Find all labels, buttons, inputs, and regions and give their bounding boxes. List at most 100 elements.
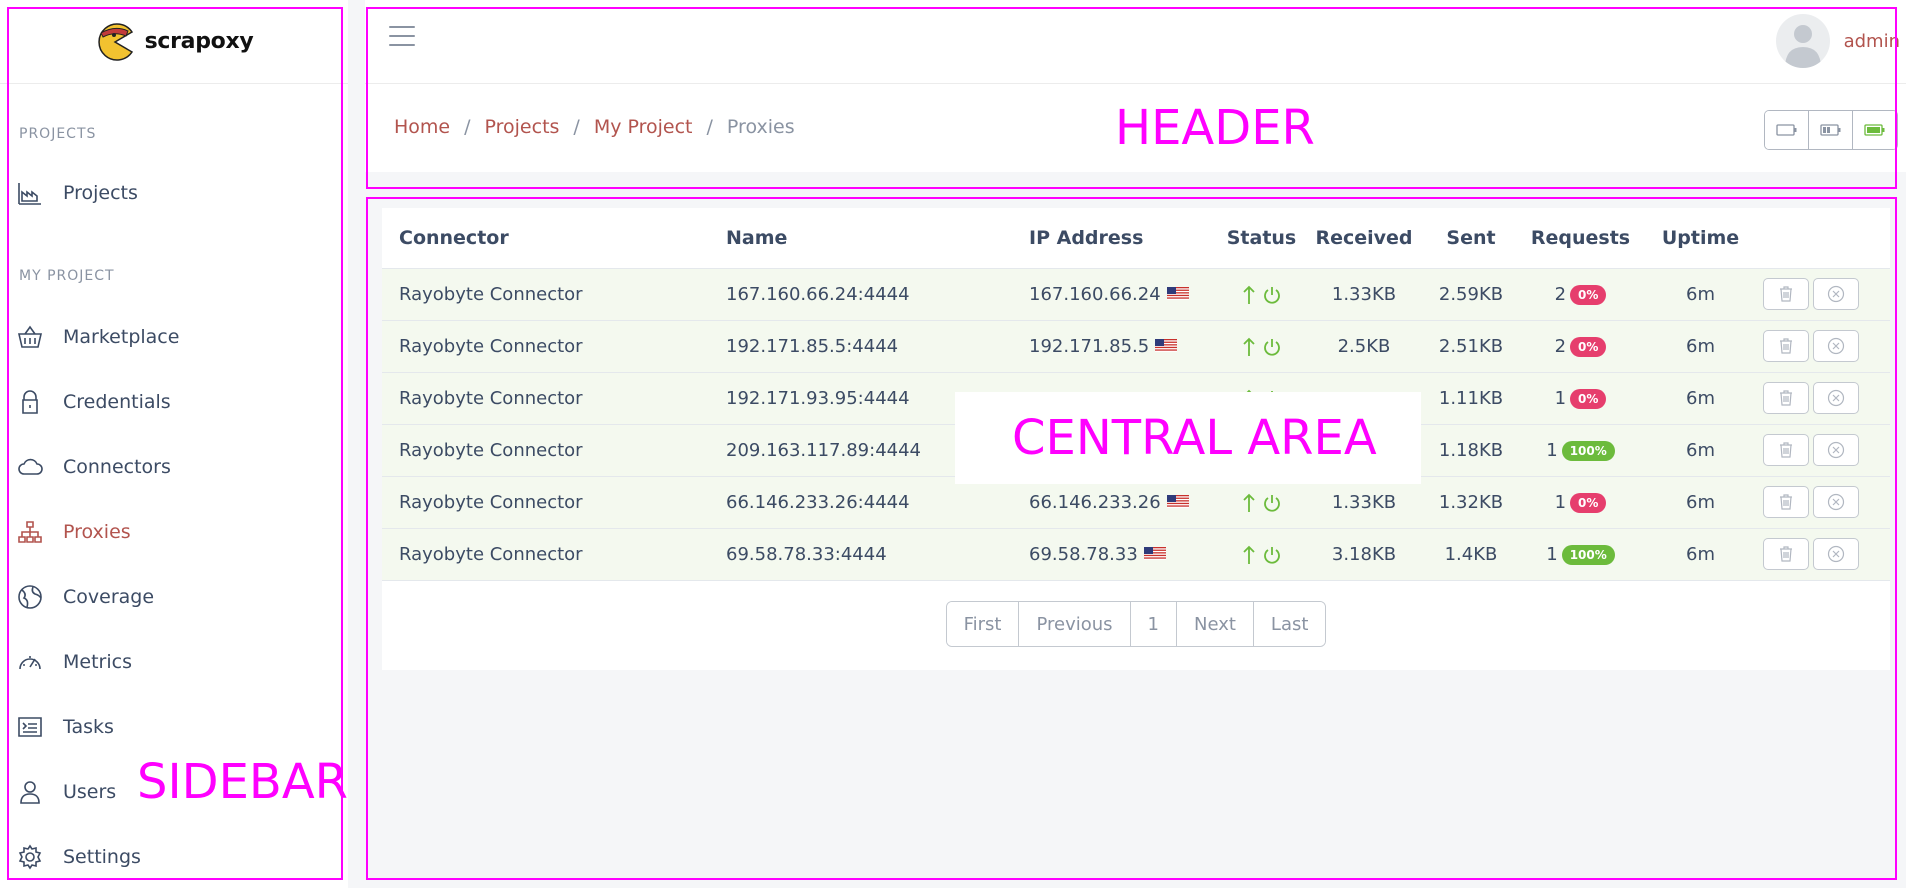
menu-toggle-icon[interactable]: [389, 24, 415, 48]
page-previous-button[interactable]: Previous: [1019, 602, 1131, 646]
us-flag-icon: [1143, 547, 1166, 560]
page-last-button[interactable]: Last: [1253, 602, 1326, 646]
ip-text: 69.58.78.33: [1029, 543, 1138, 565]
nav-title-my-project: MY PROJECT: [19, 268, 115, 284]
cell-name: 167.160.66.24:4444: [726, 283, 910, 305]
delete-button[interactable]: [1763, 330, 1809, 362]
breadcrumb-projects[interactable]: Projects: [485, 116, 560, 138]
cell-received: 2.5KB: [1337, 335, 1391, 357]
breadcrumb: Home / Projects / My Project / Proxies: [394, 116, 795, 138]
cell-connector: Rayobyte Connector: [399, 439, 583, 461]
header-annotation-label: HEADER: [1115, 100, 1315, 156]
column-header-received: Received: [1315, 226, 1413, 249]
cell-requests: 1 100%: [1523, 424, 1638, 476]
sidebar-item-connectors[interactable]: Connectors: [0, 439, 340, 495]
cell-uptime: 6m: [1686, 439, 1715, 461]
sidebar-item-label: Users: [63, 781, 117, 803]
topbar: admin: [365, 0, 1906, 84]
ip-text: 66.146.233.26: [1029, 491, 1161, 513]
trash-icon: [1780, 338, 1792, 354]
requests-count: 2: [1554, 283, 1567, 305]
sidebar-item-metrics[interactable]: Metrics: [0, 634, 340, 690]
remove-button[interactable]: [1813, 330, 1859, 362]
cell-ip: 192.171.85.5: [1029, 320, 1214, 372]
cell-sent: 2.59KB: [1438, 283, 1504, 305]
cell-received: 1.33KB: [1331, 283, 1397, 305]
username[interactable]: admin: [1844, 31, 1900, 52]
cell-actions: [1763, 372, 1890, 424]
close-circle-icon: [1827, 441, 1845, 459]
success-rate-badge: 0%: [1570, 492, 1607, 513]
brand[interactable]: scrapoxy: [0, 0, 348, 84]
cell-ip: 167.160.66.24: [1029, 268, 1214, 320]
cell-actions: [1763, 528, 1890, 580]
battery-full-button[interactable]: [1853, 111, 1897, 149]
cell-actions: [1763, 320, 1890, 372]
terminal-icon: [16, 713, 44, 741]
column-header-uptime: Uptime: [1661, 226, 1740, 249]
page-number-button[interactable]: 1: [1130, 602, 1177, 646]
cell-uptime: 6m: [1686, 283, 1715, 305]
sidebar-item-proxies[interactable]: Proxies: [0, 504, 340, 560]
user-avatar-icon: [1784, 25, 1821, 68]
sidebar-item-label: Metrics: [63, 651, 132, 673]
close-circle-icon: [1827, 493, 1845, 511]
battery-half-button[interactable]: [1809, 111, 1853, 149]
sidebar-item-settings[interactable]: Settings: [0, 829, 340, 885]
sidebar-item-credentials[interactable]: Credentials: [0, 374, 340, 430]
arrow-up-icon: [1242, 337, 1255, 356]
requests-count: 1: [1546, 439, 1558, 461]
requests-count: 1: [1554, 491, 1567, 513]
remove-button[interactable]: [1813, 486, 1859, 518]
close-circle-icon: [1827, 285, 1845, 303]
sitemap-icon: [16, 518, 44, 546]
pagination: First Previous 1 Next Last: [382, 601, 1890, 647]
trash-icon: [1780, 546, 1792, 562]
remove-button[interactable]: [1813, 278, 1859, 310]
success-rate-badge: 100%: [1561, 544, 1615, 565]
trash-icon: [1780, 286, 1792, 302]
central-area-annotation-label: CENTRAL AREA: [1012, 410, 1377, 466]
page-first-button[interactable]: First: [946, 602, 1020, 646]
table-row[interactable]: Rayobyte Connector 167.160.66.24:4444 167.…: [382, 268, 1890, 320]
close-circle-icon: [1827, 545, 1845, 563]
arrow-up-icon: [1242, 545, 1255, 564]
arrow-up-icon: [1242, 285, 1255, 304]
sidebar-item-coverage[interactable]: Coverage: [0, 569, 340, 625]
sidebar-item-label: Tasks: [63, 716, 114, 738]
breadcrumb-home[interactable]: Home: [394, 116, 450, 138]
battery-empty-icon: [1775, 124, 1796, 136]
delete-button[interactable]: [1763, 382, 1809, 414]
breadcrumb-current: Proxies: [726, 116, 795, 138]
sidebar-item-tasks[interactable]: Tasks: [0, 699, 340, 755]
battery-empty-button[interactable]: [1765, 111, 1809, 149]
remove-button[interactable]: [1813, 382, 1859, 414]
cell-sent: 2.51KB: [1438, 335, 1504, 357]
delete-button[interactable]: [1763, 486, 1809, 518]
delete-button[interactable]: [1763, 538, 1809, 570]
column-header-ip: IP Address: [1029, 226, 1144, 249]
sidebar-item-projects[interactable]: Projects: [0, 165, 340, 221]
success-rate-badge: 0%: [1570, 336, 1607, 357]
remove-button[interactable]: [1813, 538, 1859, 570]
page-next-button[interactable]: Next: [1176, 602, 1254, 646]
close-circle-icon: [1827, 389, 1845, 407]
table-row[interactable]: Rayobyte Connector 192.171.85.5:4444 192.1…: [382, 320, 1890, 372]
sidebar-item-marketplace[interactable]: Marketplace: [0, 309, 340, 365]
avatar[interactable]: [1775, 14, 1830, 68]
cell-ip: 69.58.78.33: [1029, 528, 1214, 580]
delete-button[interactable]: [1763, 278, 1809, 310]
requests-count: 1: [1546, 543, 1558, 565]
user-menu[interactable]: admin: [1775, 14, 1900, 68]
table-row[interactable]: Rayobyte Connector 69.58.78.33:4444 69.58.…: [382, 528, 1890, 580]
breadcrumb-my-project[interactable]: My Project: [594, 116, 693, 138]
arrow-up-icon: [1242, 493, 1255, 512]
power-icon: [1263, 286, 1280, 304]
cell-requests: 1 0%: [1523, 372, 1638, 424]
remove-button[interactable]: [1813, 434, 1859, 466]
gear-icon: [16, 843, 44, 871]
scrapoxy-logo-icon: [97, 22, 133, 61]
delete-button[interactable]: [1763, 434, 1809, 466]
cell-uptime: 6m: [1686, 543, 1715, 565]
sidebar-item-label: Coverage: [63, 586, 155, 608]
